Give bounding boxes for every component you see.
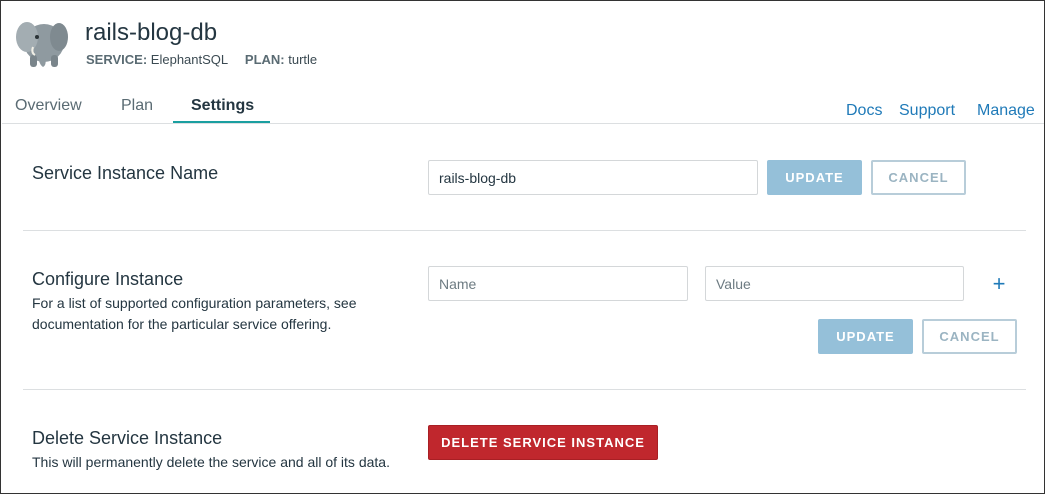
delete-description: This will permanently delete the service…	[32, 454, 390, 470]
elephant-logo-icon	[13, 13, 71, 69]
service-key: SERVICE:	[86, 52, 148, 67]
docs-link[interactable]: Docs	[846, 102, 882, 120]
delete-instance-button[interactable]: DELETE SERVICE INSTANCE	[428, 425, 658, 460]
header-divider	[2, 123, 1044, 124]
config-value-input[interactable]	[705, 266, 964, 301]
instance-name-title: Service Instance Name	[32, 163, 219, 183]
configure-description: For a list of supported configuration pa…	[32, 295, 357, 332]
manage-link[interactable]: Manage	[977, 102, 1035, 120]
tab-settings[interactable]: Settings	[191, 97, 254, 115]
support-link[interactable]: Support	[899, 102, 955, 120]
plan-value: turtle	[288, 52, 318, 67]
plan-key: PLAN:	[244, 52, 285, 67]
configure-cancel-button[interactable]: CANCEL	[922, 319, 1017, 354]
configure-title: Configure Instance	[32, 269, 184, 289]
instance-name-input[interactable]	[428, 160, 758, 195]
tab-overview[interactable]: Overview	[15, 97, 82, 115]
app-frame: rails-blog-db SERVICE: ElephantSQL PLAN:…	[0, 0, 1045, 494]
instance-name-cancel-button[interactable]: CANCEL	[871, 160, 966, 195]
instance-name-update-button[interactable]: UPDATE	[767, 160, 862, 195]
section-divider	[23, 230, 1026, 231]
service-value: ElephantSQL	[150, 52, 228, 67]
section-divider	[23, 389, 1026, 390]
service-meta: SERVICE: ElephantSQL PLAN: turtle	[86, 52, 317, 67]
config-name-input[interactable]	[428, 266, 688, 301]
page-title: rails-blog-db	[85, 19, 218, 46]
plus-icon[interactable]: +	[989, 271, 1009, 297]
delete-title: Delete Service Instance	[32, 428, 223, 448]
configure-update-button[interactable]: UPDATE	[818, 319, 913, 354]
tab-plan[interactable]: Plan	[121, 97, 153, 115]
